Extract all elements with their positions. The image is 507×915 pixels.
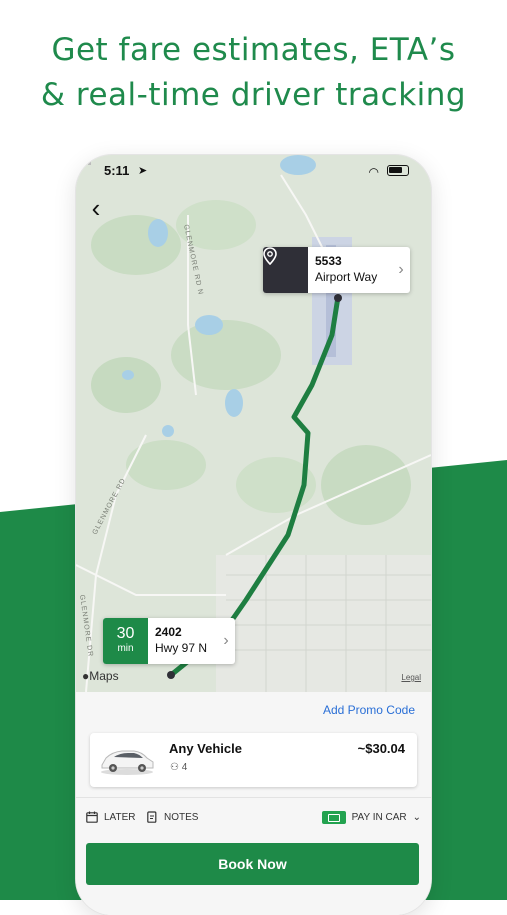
later-button[interactable]: LATER [86, 811, 136, 823]
lake [195, 315, 223, 335]
origin-address-number: 2402 [155, 625, 182, 639]
maps-label: Maps [89, 669, 119, 683]
map-view[interactable]: GLENMORE RD N GLENMORE RD GLENMORE DR 5:… [76, 155, 431, 692]
origin-street: Hwy 97 N [155, 641, 208, 655]
maps-attribution: ●Maps [82, 669, 119, 683]
map-canvas: GLENMORE RD N GLENMORE RD GLENMORE DR [76, 155, 431, 692]
vehicle-price: ~$30.04 [357, 741, 405, 756]
headline: Get fare estimates, ETA’s & real-time dr… [0, 28, 507, 118]
car-icon [101, 750, 154, 775]
urban-area [216, 555, 431, 692]
notes-label: NOTES [164, 811, 199, 823]
headline-line-1: Get fare estimates, ETA’s [51, 32, 456, 68]
wifi-icon: ◠ [368, 165, 379, 179]
eta-unit: min [117, 643, 134, 654]
vehicle-seats: ⚇ 4 [170, 762, 187, 773]
forest-area [91, 215, 181, 275]
signal-icon [76, 155, 91, 165]
calendar-icon [86, 811, 98, 823]
chevron-right-icon: › [398, 261, 404, 278]
forest-area [321, 445, 411, 525]
destination-marker [334, 294, 342, 302]
chevron-right-icon: › [223, 632, 229, 649]
eta-badge: 30 min [103, 618, 148, 664]
lake [148, 219, 168, 247]
forest-area [91, 357, 161, 413]
seat-count: 4 [181, 762, 188, 773]
headline-line-2: & real-time driver tracking [40, 77, 467, 113]
destination-street: Airport Way [315, 270, 378, 284]
notes-button[interactable]: NOTES [147, 811, 198, 823]
payment-label: PAY IN CAR [351, 812, 407, 823]
forest-area [171, 320, 281, 390]
payment-method-selector[interactable]: PAY IN CAR ⌄ [321, 811, 421, 824]
location-arrow-icon: ➤ [138, 165, 148, 177]
eta-value: 30 [116, 625, 135, 642]
add-promo-code-link[interactable]: Add Promo Code [323, 703, 415, 717]
status-time: 5:11 [104, 163, 130, 178]
origin-marker [167, 671, 175, 679]
book-now-button[interactable]: Book Now [86, 843, 419, 885]
booking-sheet: Add Promo Code Any Vehicle ⚇ 4 ~$30.04 L… [76, 692, 431, 915]
vehicle-name: Any Vehicle [169, 741, 242, 756]
forest-area [126, 440, 206, 490]
cash-icon [321, 811, 346, 824]
divider [76, 797, 431, 798]
legal-link[interactable]: Legal [401, 673, 421, 682]
lake [122, 370, 134, 380]
battery-icon [387, 165, 409, 176]
location-pin-icon [263, 247, 308, 293]
lake [225, 389, 243, 417]
person-icon: ⚇ [170, 762, 179, 773]
back-chevron-icon[interactable]: ‹ [82, 195, 110, 223]
later-label: LATER [104, 811, 136, 823]
notes-icon [147, 811, 157, 823]
status-bar: 5:11 ➤ ◠ [76, 155, 431, 187]
destination-address-number: 5533 [315, 254, 342, 268]
phone-frame: GLENMORE RD N GLENMORE RD GLENMORE DR 5:… [76, 155, 431, 915]
chevron-down-icon: ⌄ [412, 812, 421, 823]
vehicle-option[interactable]: Any Vehicle ⚇ 4 ~$30.04 [90, 733, 417, 787]
lake [162, 425, 174, 437]
origin-card[interactable]: 30 min 2402 Hwy 97 N › [103, 618, 235, 664]
destination-card[interactable]: 5533 Airport Way › [263, 247, 410, 293]
